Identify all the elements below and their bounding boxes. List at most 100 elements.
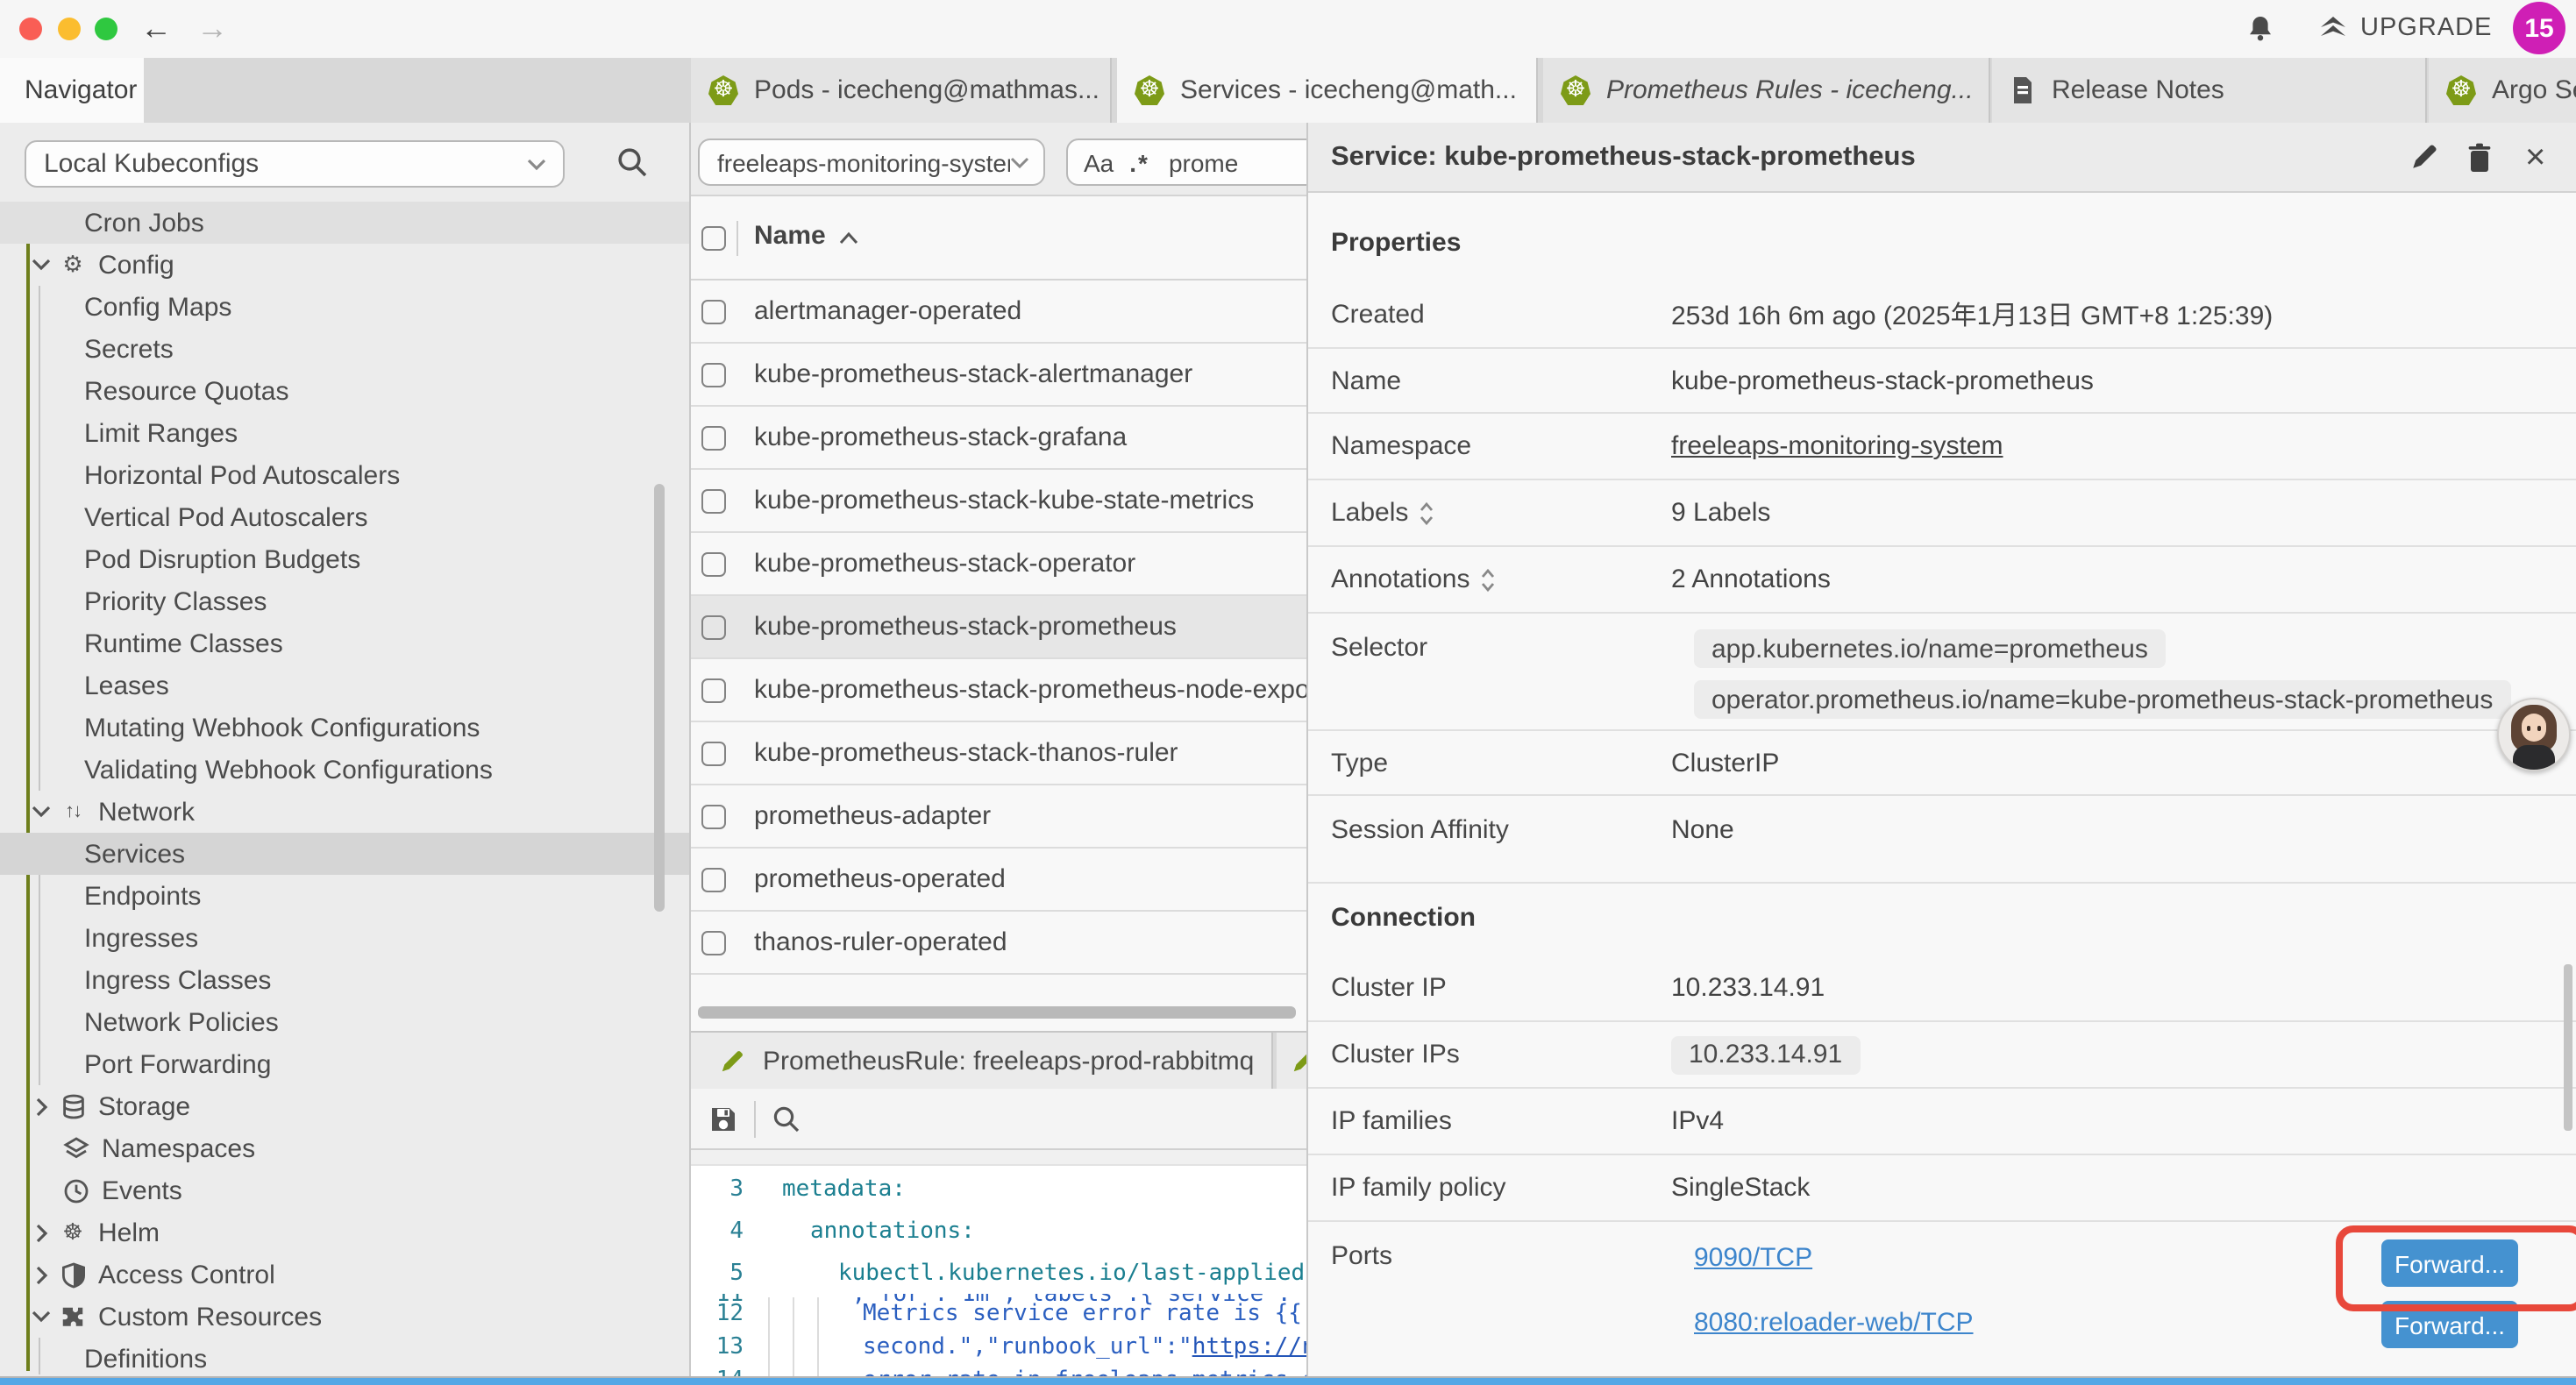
table-row[interactable]: kube-prometheus-stack-operator: [691, 533, 1306, 596]
match-case-toggle[interactable]: Aa: [1084, 148, 1114, 176]
notification-count-badge[interactable]: 15: [2513, 2, 2565, 54]
chevron-right-icon[interactable]: [30, 1223, 53, 1242]
chevron-down-icon[interactable]: [30, 1310, 53, 1324]
sidebar-item-pod-disruption-budgets[interactable]: Pod Disruption Budgets: [0, 538, 689, 580]
forward-arrow-icon[interactable]: →: [196, 7, 228, 49]
tab-close-icon[interactable]: ×: [1533, 75, 1538, 106]
close-icon[interactable]: ×: [2525, 123, 2545, 193]
sidebar-item-priority-classes[interactable]: Priority Classes: [0, 580, 689, 622]
upgrade-button[interactable]: UPGRADE: [2318, 14, 2492, 42]
row-checkbox[interactable]: [701, 614, 726, 639]
name-column-header[interactable]: Name: [754, 221, 826, 251]
row-checkbox[interactable]: [701, 867, 726, 891]
table-row[interactable]: kube-prometheus-stack-kube-state-metrics: [691, 470, 1306, 533]
sidebar-item-limit-ranges[interactable]: Limit Ranges: [0, 412, 689, 454]
sidebar-item-access-control[interactable]: Access Control: [0, 1254, 689, 1296]
namespace-select[interactable]: freeleaps-monitoring-system: [698, 138, 1045, 186]
sidebar-search-icon[interactable]: [616, 146, 649, 179]
sidebar-item-secrets[interactable]: Secrets: [0, 328, 689, 370]
sidebar-item-mutating-webhook-configurations[interactable]: Mutating Webhook Configurations: [0, 707, 689, 749]
sidebar-item-namespaces[interactable]: Namespaces: [0, 1127, 689, 1169]
row-checkbox[interactable]: [701, 678, 726, 702]
editor-tab-partial[interactable]: [1277, 1033, 1306, 1090]
tab-argo[interactable]: ☸ Argo Se: [2429, 58, 2576, 123]
sidebar-item-leases[interactable]: Leases: [0, 664, 689, 707]
chevron-right-icon[interactable]: [30, 1265, 53, 1284]
save-icon[interactable]: [708, 1104, 738, 1134]
select-all-checkbox[interactable]: [701, 226, 726, 251]
row-checkbox[interactable]: [701, 741, 726, 765]
expand-collapse-icon[interactable]: [1480, 567, 1496, 592]
navigator-panel-tab[interactable]: Navigator: [0, 58, 144, 123]
table-row-selected[interactable]: kube-prometheus-stack-prometheus: [691, 596, 1306, 659]
row-checkbox[interactable]: [701, 299, 726, 323]
assistant-avatar[interactable]: [2497, 698, 2571, 771]
property-row-type: Type ClusterIP: [1308, 731, 2576, 796]
sidebar-item-helm[interactable]: ☸ Helm: [0, 1211, 689, 1254]
editor-search-icon[interactable]: [772, 1104, 801, 1134]
sidebar-item-network[interactable]: ↑↓ Network: [0, 791, 689, 833]
trash-icon[interactable]: [2466, 142, 2494, 174]
sidebar-item-custom-resources[interactable]: Custom Resources: [0, 1296, 689, 1338]
port-link-8080-reloader-web[interactable]: 8080:reloader-web/TCP: [1694, 1308, 1974, 1338]
sidebar-item-definitions[interactable]: Definitions: [0, 1338, 689, 1378]
tab-release-notes[interactable]: Release Notes: [1992, 58, 2427, 123]
shield-icon: [58, 1261, 88, 1288]
tab-pods[interactable]: ☸ Pods - icecheng@mathmas...: [691, 58, 1112, 123]
sidebar-item-resource-quotas[interactable]: Resource Quotas: [0, 370, 689, 412]
sidebar-item-runtime-classes[interactable]: Runtime Classes: [0, 622, 689, 664]
row-checkbox[interactable]: [701, 362, 726, 387]
sidebar-item-cron-jobs[interactable]: Cron Jobs: [0, 202, 689, 244]
row-checkbox[interactable]: [701, 425, 726, 450]
row-checkbox[interactable]: [701, 488, 726, 513]
chevron-down-icon[interactable]: [30, 258, 53, 272]
sidebar-item-validating-webhook-configurations[interactable]: Validating Webhook Configurations: [0, 749, 689, 791]
edit-pencil-icon[interactable]: [2409, 142, 2439, 172]
sidebar-item-network-policies[interactable]: Network Policies: [0, 1001, 689, 1043]
table-row[interactable]: prometheus-adapter: [691, 785, 1306, 849]
regex-toggle[interactable]: .*: [1129, 148, 1149, 176]
row-checkbox[interactable]: [701, 930, 726, 955]
runbook-url-link[interactable]: https://net: [1192, 1334, 1306, 1360]
row-checkbox[interactable]: [701, 551, 726, 576]
sidebar-item-services[interactable]: Services: [0, 833, 689, 875]
back-arrow-icon[interactable]: ←: [140, 7, 172, 49]
editor-tab-prometheusrule[interactable]: PrometheusRule: freeleaps-prod-rabbitmq: [691, 1033, 1273, 1090]
notifications-bell-icon[interactable]: [2246, 14, 2274, 44]
close-traffic-light[interactable]: [19, 18, 42, 40]
namespace-link[interactable]: freeleaps-monitoring-system: [1671, 431, 2003, 461]
expand-collapse-icon[interactable]: [1419, 501, 1434, 525]
tab-services[interactable]: ☸ Services - icecheng@math... ×: [1117, 58, 1538, 123]
sidebar-item-ingress-classes[interactable]: Ingress Classes: [0, 959, 689, 1001]
table-row[interactable]: alertmanager-operated: [691, 281, 1306, 344]
sidebar-item-config-maps[interactable]: Config Maps: [0, 286, 689, 328]
sidebar-item-storage[interactable]: Storage: [0, 1085, 689, 1127]
sidebar-item-horizontal-pod-autoscalers[interactable]: Horizontal Pod Autoscalers: [0, 454, 689, 496]
port-link-9090[interactable]: 9090/TCP: [1694, 1243, 1812, 1273]
sidebar-item-endpoints[interactable]: Endpoints: [0, 875, 689, 917]
minimize-traffic-light[interactable]: [58, 18, 81, 40]
table-row[interactable]: kube-prometheus-stack-thanos-ruler: [691, 722, 1306, 785]
table-row[interactable]: kube-prometheus-stack-grafana: [691, 407, 1306, 470]
detail-scrollbar[interactable]: [2564, 964, 2572, 1131]
table-row[interactable]: kube-prometheus-stack-alertmanager: [691, 344, 1306, 407]
table-row[interactable]: kube-prometheus-stack-prometheus-node-ex…: [691, 659, 1306, 722]
sidebar-item-vertical-pod-autoscalers[interactable]: Vertical Pod Autoscalers: [0, 496, 689, 538]
sidebar-item-ingresses[interactable]: Ingresses: [0, 917, 689, 959]
table-row[interactable]: prometheus-operated: [691, 849, 1306, 912]
chevron-right-icon[interactable]: [30, 1097, 53, 1116]
tab-prometheus-rules[interactable]: ☸ Prometheus Rules - icecheng...: [1543, 58, 1990, 123]
yaml-editor[interactable]: 3metadata: 4annotations: 5kubectl.kubern…: [691, 1150, 1306, 1378]
sidebar-scrollbar[interactable]: [654, 484, 665, 912]
filter-search-input[interactable]: Aa .* prome: [1066, 138, 1306, 186]
sidebar-item-config[interactable]: ⚙ Config: [0, 244, 689, 286]
kubeconfig-select[interactable]: Local Kubeconfigs: [25, 140, 565, 188]
sidebar-item-events[interactable]: Events: [0, 1169, 689, 1211]
row-checkbox[interactable]: [701, 804, 726, 828]
horizontal-scrollbar[interactable]: [698, 1006, 1296, 1019]
maximize-traffic-light[interactable]: [95, 18, 117, 40]
chevron-down-icon[interactable]: [30, 805, 53, 819]
table-row[interactable]: thanos-ruler-operated: [691, 912, 1306, 975]
sidebar-item-port-forwarding[interactable]: Port Forwarding: [0, 1043, 689, 1085]
sort-ascending-icon[interactable]: [838, 231, 859, 245]
